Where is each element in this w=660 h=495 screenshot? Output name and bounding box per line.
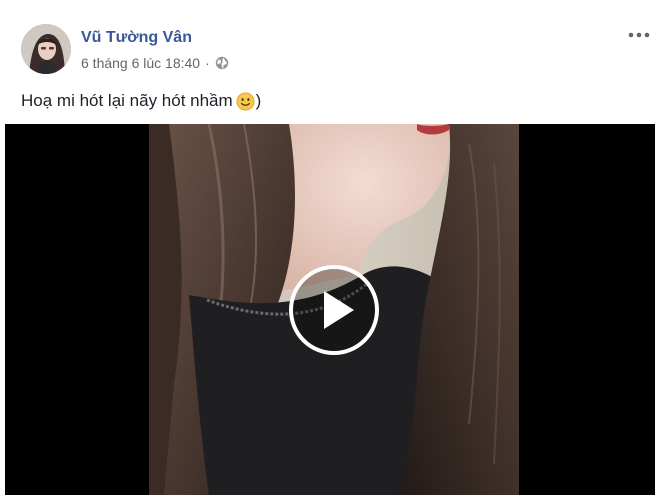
- play-icon[interactable]: [288, 264, 380, 356]
- play-button[interactable]: [288, 264, 380, 356]
- more-options-icon[interactable]: [627, 28, 651, 42]
- post-meta: 6 tháng 6 lúc 18:40 ·: [81, 55, 229, 71]
- caption-text: Hoạ mi hót lại nãy hót nhầm: [21, 91, 233, 110]
- globe-icon[interactable]: [215, 56, 229, 70]
- caption-text-end: ): [255, 91, 262, 110]
- post-caption: Hoạ mi hót lại nãy hót nhầm ): [21, 91, 261, 111]
- meta-separator: ·: [205, 55, 210, 71]
- avatar-image: [21, 24, 71, 74]
- author-name-link[interactable]: Vũ Tường Vân: [81, 29, 192, 47]
- post-timestamp[interactable]: 6 tháng 6 lúc 18:40: [81, 55, 200, 71]
- slightly-smiling-face-icon: [236, 91, 255, 111]
- video-player[interactable]: [5, 124, 655, 495]
- facebook-post: Vũ Tường Vân 6 tháng 6 lúc 18:40 · Hoạ m…: [0, 0, 660, 495]
- author-avatar[interactable]: [21, 24, 71, 74]
